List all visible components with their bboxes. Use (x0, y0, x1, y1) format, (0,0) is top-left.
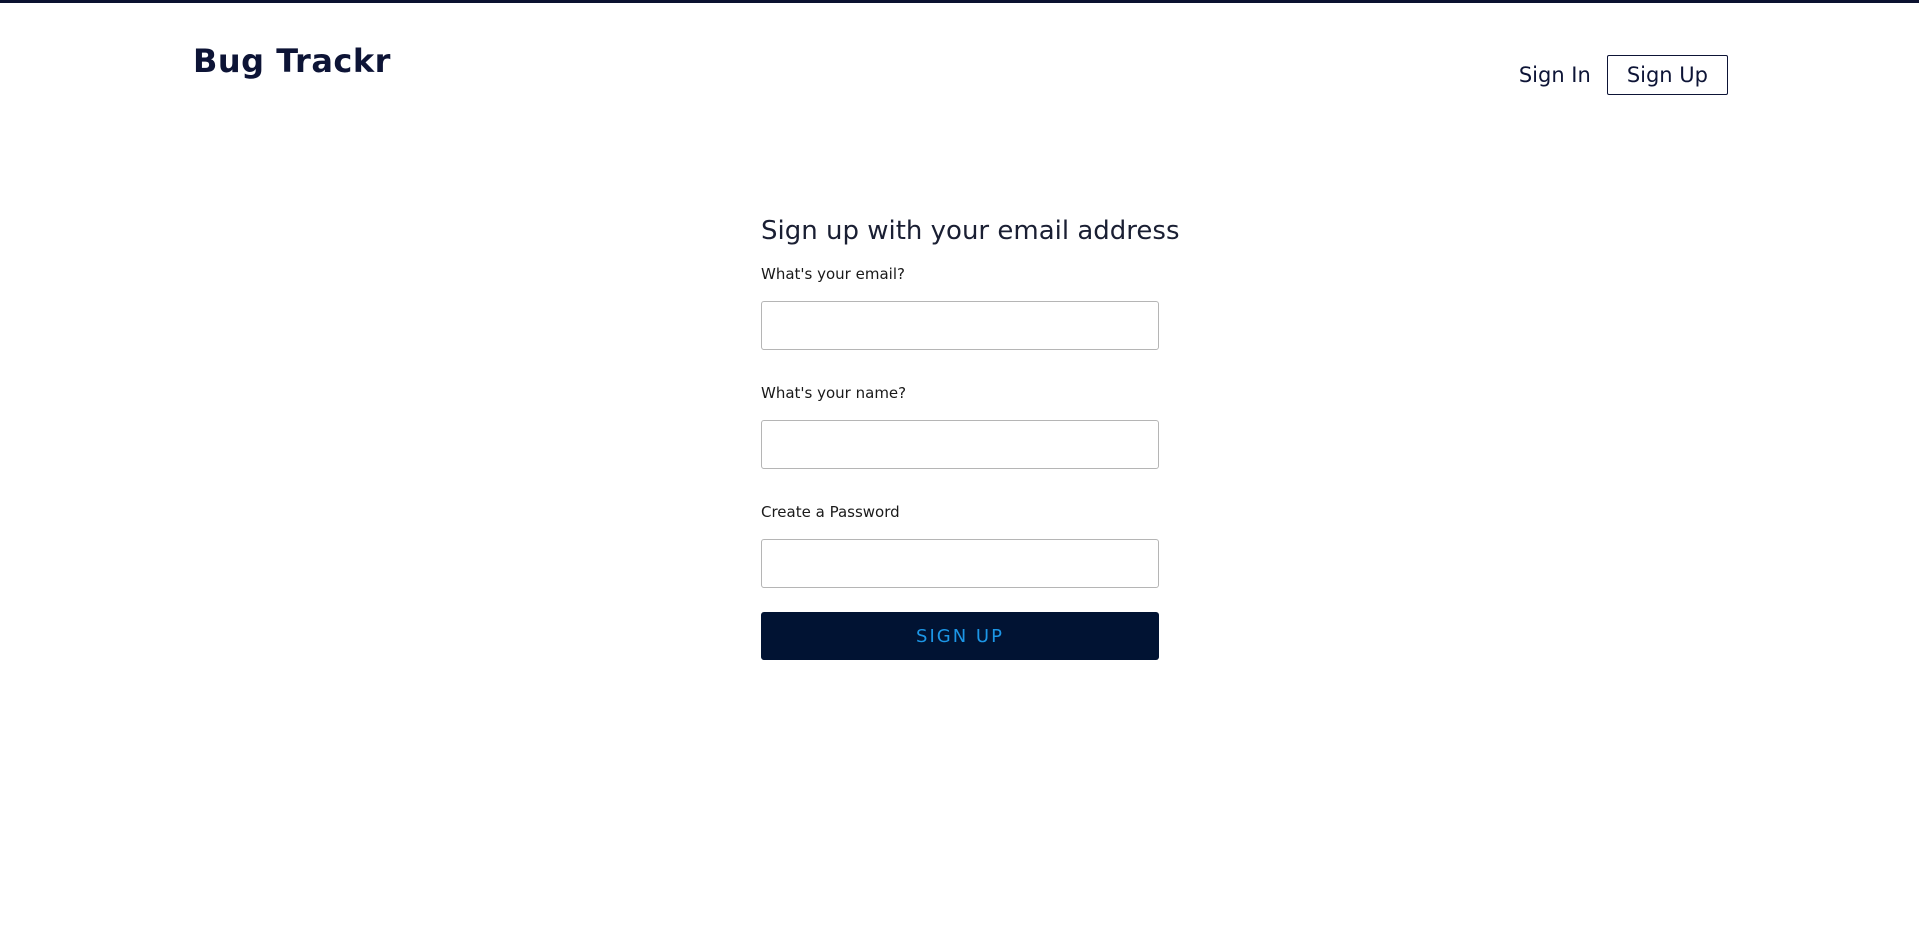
signup-form: Sign up with your email address What's y… (761, 213, 1180, 660)
password-label: Create a Password (761, 503, 900, 521)
header-nav: Sign In Sign Up (1519, 55, 1728, 95)
site-header: Bug Trackr Sign In Sign Up (0, 3, 1919, 103)
email-label: What's your email? (761, 265, 905, 283)
name-label: What's your name? (761, 384, 907, 402)
name-field[interactable] (761, 420, 1159, 469)
logo[interactable]: Bug Trackr (193, 43, 391, 79)
sign-in-link[interactable]: Sign In (1519, 55, 1591, 95)
email-field[interactable] (761, 301, 1159, 350)
sign-up-nav-button[interactable]: Sign Up (1606, 55, 1728, 95)
form-title: Sign up with your email address (761, 216, 1180, 246)
sign-up-submit-button[interactable]: SIGN UP (761, 612, 1159, 660)
password-field[interactable] (761, 539, 1159, 588)
